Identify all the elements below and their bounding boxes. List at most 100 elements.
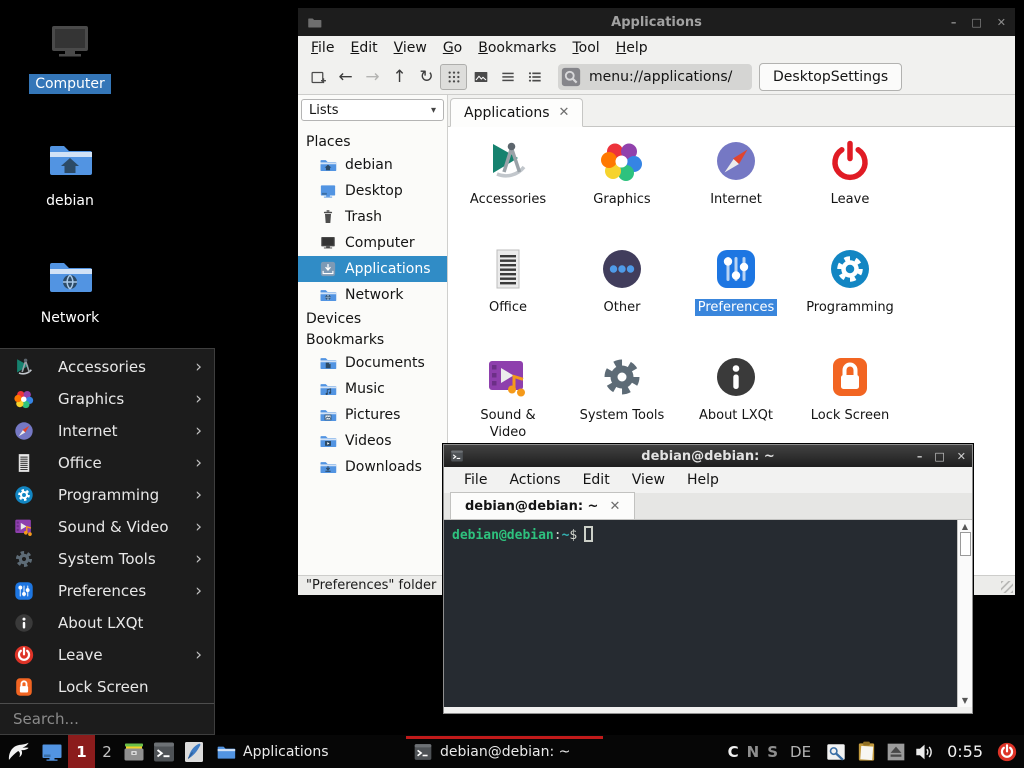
menu-item-programming[interactable]: Programming› — [0, 479, 214, 511]
address-bar[interactable]: menu://applications/ — [558, 64, 752, 90]
menu-item-graphics[interactable]: Graphics› — [0, 383, 214, 415]
menu-item-internet[interactable]: Internet› — [0, 415, 214, 447]
reload-button[interactable]: ↻ — [413, 64, 440, 90]
sidebar-item-computer[interactable]: Computer — [298, 230, 447, 256]
quicklaunch-featherpad-button[interactable] — [179, 735, 209, 768]
menu-item-lock-screen[interactable]: Lock Screen — [0, 671, 214, 703]
thumbnail-view-button[interactable] — [467, 64, 494, 90]
new-tab-button[interactable] — [305, 64, 332, 90]
menu-edit[interactable]: Edit — [572, 472, 621, 488]
prompt-symbol: $ — [569, 528, 577, 543]
desktop-icon-debian[interactable]: debian — [20, 135, 120, 211]
screenshot-tray-icon[interactable] — [825, 741, 847, 763]
kb-indicator-s: S — [767, 743, 778, 761]
power-button[interactable] — [996, 741, 1018, 763]
menu-bookmarks[interactable]: Bookmarks — [470, 40, 564, 56]
terminal-titlebar[interactable]: debian@debian: ~ – □ ✕ — [444, 445, 972, 467]
start-menu-search-input[interactable]: Search... — [0, 703, 214, 734]
sidebar-item-desktop[interactable]: Desktop — [298, 178, 447, 204]
menu-edit[interactable]: Edit — [342, 40, 385, 56]
desktop-icon-computer[interactable]: Computer — [20, 18, 120, 94]
desktop-icon-network[interactable]: Network — [20, 252, 120, 328]
icon-view-button[interactable] — [440, 64, 467, 90]
menu-actions[interactable]: Actions — [498, 472, 571, 488]
forward-button[interactable]: → — [359, 64, 386, 90]
taskbar-task-applications[interactable]: Applications — [209, 735, 406, 768]
taskbar-task-debian-debian-~[interactable]: debian@debian: ~ — [406, 735, 603, 768]
tab-label: Applications — [464, 105, 550, 121]
sidebar-item-trash[interactable]: Trash — [298, 204, 447, 230]
resize-grip[interactable] — [1001, 581, 1013, 593]
sidebar-item-documents[interactable]: Documents — [298, 350, 447, 376]
menu-view[interactable]: View — [621, 472, 676, 488]
sidebar-item-label: debian — [345, 157, 393, 173]
sidebar-mode-select[interactable]: Lists ▾ — [301, 99, 444, 121]
app-item-preferences[interactable]: Preferences — [679, 245, 793, 353]
chevron-down-icon: ▾ — [431, 105, 436, 116]
sidebar-item-downloads[interactable]: Downloads — [298, 454, 447, 480]
tab-applications[interactable]: Applications ✕ — [450, 98, 583, 127]
sidebar-item-videos[interactable]: Videos — [298, 428, 447, 454]
menu-file[interactable]: File — [453, 472, 498, 488]
desktop-switcher-icon[interactable] — [36, 735, 68, 768]
compact-view-button[interactable] — [494, 64, 521, 90]
menu-item-leave[interactable]: Leave› — [0, 639, 214, 671]
eject-tray-icon[interactable] — [886, 742, 906, 762]
scroll-up-icon[interactable]: ▲ — [962, 522, 968, 531]
back-button[interactable]: ← — [332, 64, 359, 90]
quicklaunch-terminal-button[interactable] — [149, 735, 179, 768]
folder-downloads-icon — [319, 458, 337, 476]
workspace-1-button[interactable]: 1 — [68, 735, 95, 768]
detailed-view-button[interactable] — [521, 64, 548, 90]
app-item-office[interactable]: Office — [451, 245, 565, 353]
menu-view[interactable]: View — [386, 40, 435, 56]
app-item-other[interactable]: Other — [565, 245, 679, 353]
sidebar-item-pictures[interactable]: Pictures — [298, 402, 447, 428]
menu-item-accessories[interactable]: Accessories› — [0, 351, 214, 383]
terminal-menubar: FileActionsEditViewHelp — [444, 467, 972, 493]
menu-item-sound-video[interactable]: Sound & Video› — [0, 511, 214, 543]
app-item-leave[interactable]: Leave — [793, 137, 907, 245]
desktop-settings-button[interactable]: DesktopSettings — [759, 63, 902, 91]
file-manager-titlebar[interactable]: Applications – □ ✕ — [298, 8, 1015, 36]
menu-item-about-lxqt[interactable]: About LXQt — [0, 607, 214, 639]
up-button[interactable]: ↑ — [386, 64, 413, 90]
app-item-accessories[interactable]: Accessories — [451, 137, 565, 245]
menu-item-preferences[interactable]: Preferences› — [0, 575, 214, 607]
terminal-content[interactable]: debian@debian:~$ — [444, 520, 957, 707]
menu-file[interactable]: File — [303, 40, 342, 56]
sidebar-item-label: Pictures — [345, 407, 400, 423]
workspace-2-button[interactable]: 2 — [95, 735, 119, 768]
sidebar-item-music[interactable]: Music — [298, 376, 447, 402]
start-menu: Accessories›Graphics›Internet›Office›Pro… — [0, 348, 215, 735]
menu-item-office[interactable]: Office› — [0, 447, 214, 479]
clock[interactable]: 0:55 — [947, 742, 983, 761]
sidebar-item-applications[interactable]: Applications — [298, 256, 447, 282]
tab-close-icon[interactable]: ✕ — [559, 105, 570, 120]
sidebar-tree: PlacesdebianDesktopTrashComputerApplicat… — [298, 131, 447, 480]
sidebar-item-label: Network — [345, 287, 403, 303]
menu-help[interactable]: Help — [608, 40, 656, 56]
app-item-programming[interactable]: Programming — [793, 245, 907, 353]
menu-go[interactable]: Go — [435, 40, 470, 56]
menu-help[interactable]: Help — [676, 472, 730, 488]
clipboard-tray-icon[interactable] — [855, 740, 878, 763]
volume-icon[interactable] — [914, 741, 936, 763]
scrollbar-thumb[interactable] — [960, 532, 971, 556]
keyboard-layout[interactable]: DE — [790, 743, 811, 761]
sidebar-item-debian[interactable]: debian — [298, 152, 447, 178]
menu-item-system-tools[interactable]: System Tools› — [0, 543, 214, 575]
tab-close-icon[interactable]: ✕ — [609, 499, 620, 514]
internet-icon — [13, 420, 35, 442]
menu-tool[interactable]: Tool — [564, 40, 607, 56]
start-menu-button[interactable] — [0, 735, 36, 768]
folder-icon — [216, 742, 236, 762]
terminal-scrollbar[interactable]: ▲ ▼ — [957, 520, 972, 707]
quicklaunch-archive-button[interactable] — [119, 735, 149, 768]
app-item-internet[interactable]: Internet — [679, 137, 793, 245]
sidebar-item-network[interactable]: Network — [298, 282, 447, 308]
terminal-tab[interactable]: debian@debian: ~ ✕ — [450, 492, 635, 519]
app-item-graphics[interactable]: Graphics — [565, 137, 679, 245]
menu-item-label: Accessories — [58, 358, 146, 376]
scroll-down-icon[interactable]: ▼ — [962, 696, 968, 705]
